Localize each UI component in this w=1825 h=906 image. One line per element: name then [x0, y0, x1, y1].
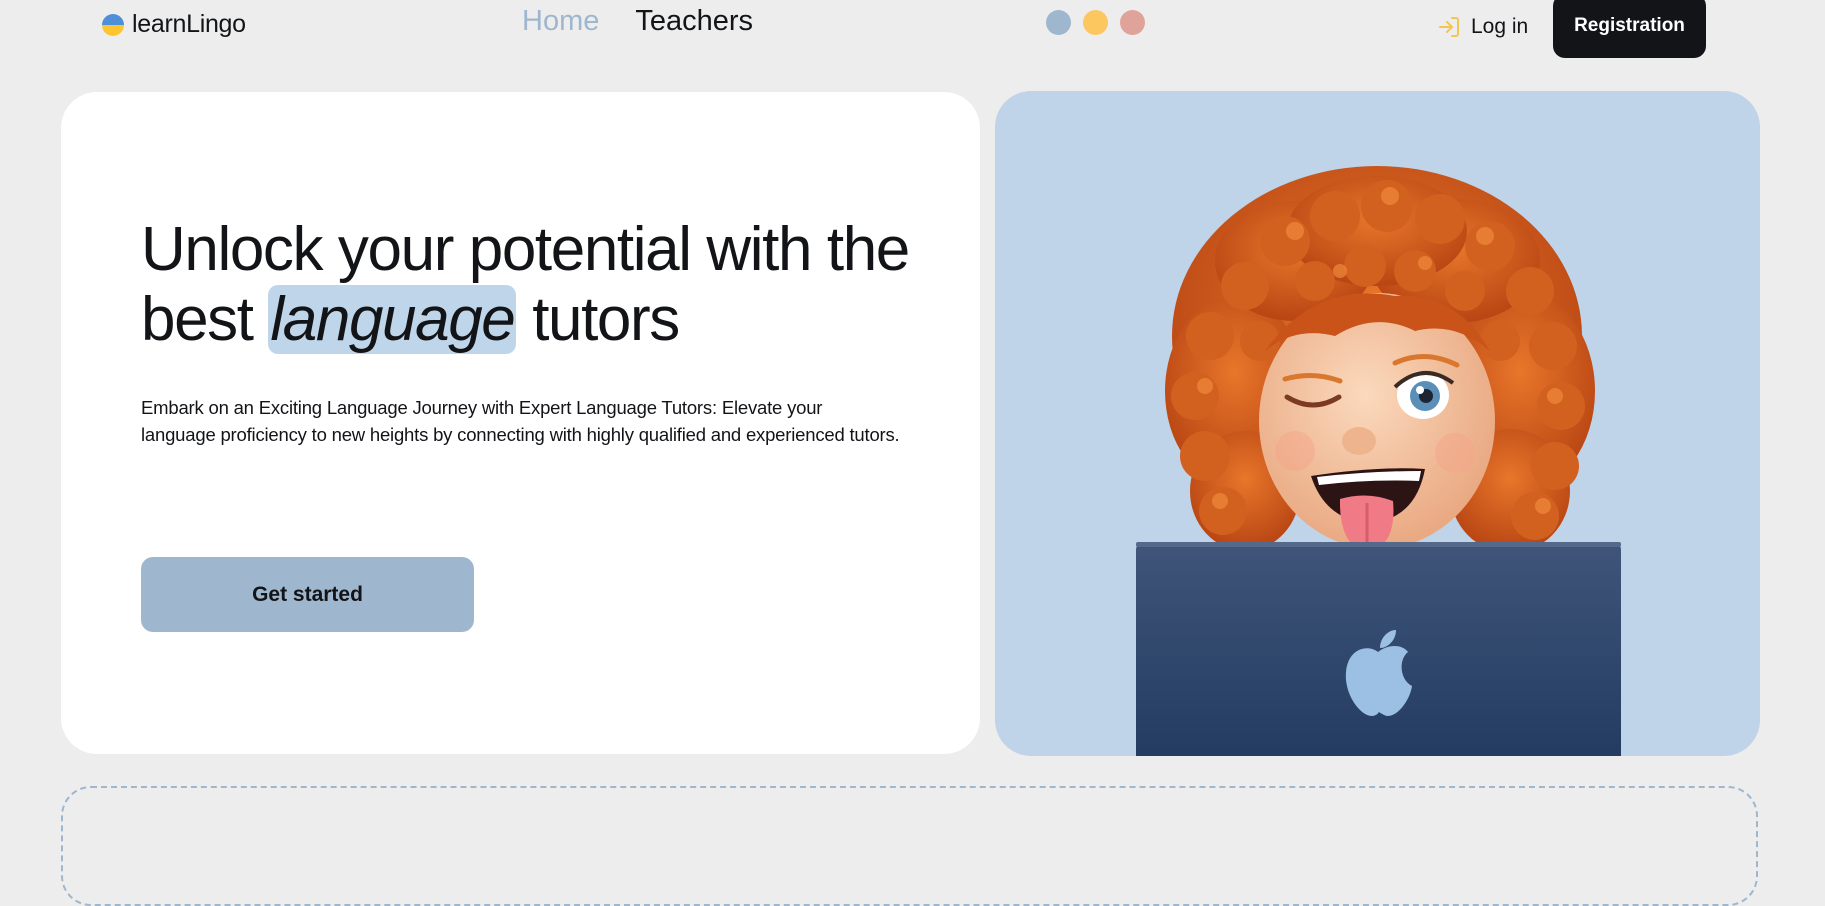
main-nav: Home Teachers — [522, 5, 753, 38]
theme-blue-dot[interactable] — [1046, 10, 1071, 35]
site-header: learnLingo Home Teachers Log in Registra… — [0, 0, 1825, 60]
theme-switcher — [1046, 10, 1145, 35]
hero-title: Unlock your potential with the best lang… — [141, 215, 921, 355]
theme-peach-dot[interactable] — [1120, 10, 1145, 35]
logo[interactable]: learnLingo — [102, 10, 246, 39]
memoji-illustration — [1136, 166, 1621, 756]
hero-title-end: tutors — [516, 285, 680, 354]
theme-yellow-dot[interactable] — [1083, 10, 1108, 35]
hero-description: Embark on an Exciting Language Journey w… — [141, 397, 900, 445]
hero-title-highlight: language — [268, 285, 517, 354]
login-button[interactable]: Log in — [1437, 15, 1528, 39]
hero-illustration — [995, 91, 1760, 756]
login-icon — [1437, 15, 1461, 39]
nav-teachers-link[interactable]: Teachers — [635, 5, 753, 38]
registration-button[interactable]: Registration — [1553, 0, 1706, 58]
stats-section — [61, 786, 1758, 906]
login-label: Log in — [1471, 15, 1529, 38]
get-started-button[interactable]: Get started — [141, 557, 474, 632]
logo-text: learnLingo — [132, 10, 246, 38]
laptop — [1136, 542, 1621, 756]
nav-home-link[interactable]: Home — [522, 5, 599, 38]
hero-card: Unlock your potential with the best lang… — [61, 92, 980, 754]
ukraine-flag-icon — [102, 13, 124, 36]
